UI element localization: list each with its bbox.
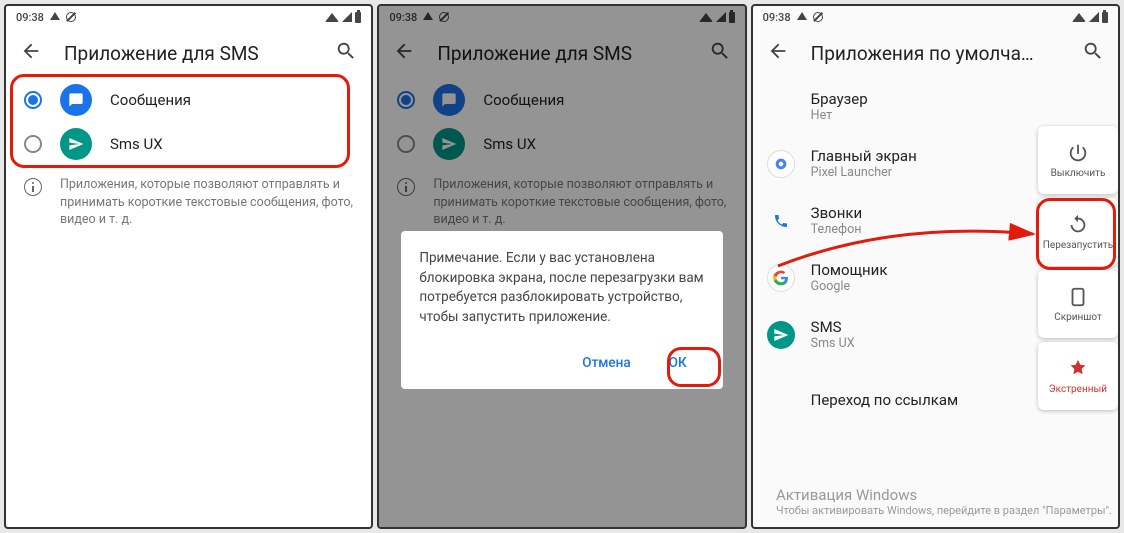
app-bar: Приложения по умолча… — [753, 28, 1118, 78]
list-sub: Sms UX — [811, 336, 855, 351]
list-title: Браузер — [811, 90, 868, 108]
list-title: Главный экран — [811, 147, 917, 165]
content-area: Сообщения Sms UX Приложения, которые поз… — [6, 78, 371, 527]
signal-icon — [342, 12, 352, 22]
list-sub: Нет — [811, 108, 868, 123]
power-label: Выключить — [1051, 168, 1106, 179]
radio-unselected-icon[interactable] — [24, 135, 42, 153]
list-title: Звонки — [811, 204, 862, 222]
emergency-button[interactable]: Экстренный — [1038, 342, 1118, 410]
status-time: 09:38 — [763, 11, 791, 24]
list-sub: Pixel Launcher — [811, 165, 917, 180]
power-menu: Выключить Перезапустить Скриншот Экстрен… — [1038, 126, 1118, 410]
dialog-text: Примечание. Если у вас установлена блоки… — [419, 249, 704, 327]
page-title: Приложение для SMS — [64, 42, 313, 65]
warning-icon — [50, 12, 60, 20]
app-label: Сообщения — [110, 91, 191, 109]
phone-screen-1: 09:38 Приложение для SMS Сообщения — [4, 4, 373, 529]
phone-screen-2: 09:38 Приложение для SMS Сообщения — [377, 4, 746, 529]
app-option-messages[interactable]: Сообщения — [14, 78, 363, 122]
status-bar: 09:38 — [6, 6, 371, 28]
search-icon[interactable] — [1082, 40, 1104, 66]
screenshot-button[interactable]: Скриншот — [1038, 270, 1118, 338]
confirm-dialog: Примечание. Если у вас установлена блоки… — [401, 231, 722, 389]
battery-icon — [1102, 12, 1108, 23]
wifi-icon — [325, 13, 339, 22]
signal-icon — [1089, 12, 1099, 22]
back-icon[interactable] — [767, 40, 789, 66]
app-option-smsux[interactable]: Sms UX — [14, 122, 363, 166]
windows-watermark: Активация Windows Чтобы активировать Win… — [776, 486, 1112, 517]
smsux-icon — [767, 321, 795, 349]
power-label: Экстренный — [1049, 384, 1107, 395]
radio-selected-icon[interactable] — [24, 91, 42, 109]
info-row: Приложения, которые позволяют отправлять… — [14, 166, 363, 239]
list-title: Помощник — [811, 261, 888, 279]
cancel-button[interactable]: Отмена — [572, 349, 640, 377]
list-sub: Телефон — [811, 222, 862, 237]
messages-app-icon — [60, 84, 92, 116]
warning-icon — [797, 12, 807, 20]
ok-button[interactable]: ОК — [659, 349, 697, 377]
list-title: Переход по ссылкам — [811, 375, 958, 425]
power-off-button[interactable]: Выключить — [1038, 126, 1118, 194]
info-icon — [24, 178, 42, 196]
smsux-app-icon — [60, 128, 92, 160]
watermark-title: Активация Windows — [776, 486, 1112, 504]
list-title: SMS — [811, 318, 855, 336]
no-sign-icon — [813, 12, 823, 22]
power-label: Скриншот — [1054, 312, 1102, 323]
info-text: Приложения, которые позволяют отправлять… — [60, 176, 353, 229]
list-sub: Google — [811, 279, 888, 294]
no-sign-icon — [66, 12, 76, 22]
page-title: Приложения по умолча… — [811, 42, 1060, 65]
wifi-icon — [1072, 13, 1086, 22]
status-bar: 09:38 — [753, 6, 1118, 28]
status-time: 09:38 — [16, 11, 44, 24]
watermark-sub: Чтобы активировать Windows, перейдите в … — [776, 504, 1112, 517]
app-label: Sms UX — [110, 135, 163, 153]
power-label: Перезапустить — [1043, 240, 1113, 251]
back-icon[interactable] — [20, 40, 42, 66]
phone-screen-3: 09:38 Приложения по умолча… Браузер Нет — [751, 4, 1120, 529]
battery-icon — [355, 12, 361, 23]
restart-button[interactable]: Перезапустить — [1038, 198, 1118, 266]
google-icon — [767, 264, 795, 292]
app-bar: Приложение для SMS — [6, 28, 371, 78]
search-icon[interactable] — [335, 40, 357, 66]
google-icon — [767, 150, 795, 178]
phone-icon — [767, 207, 795, 235]
